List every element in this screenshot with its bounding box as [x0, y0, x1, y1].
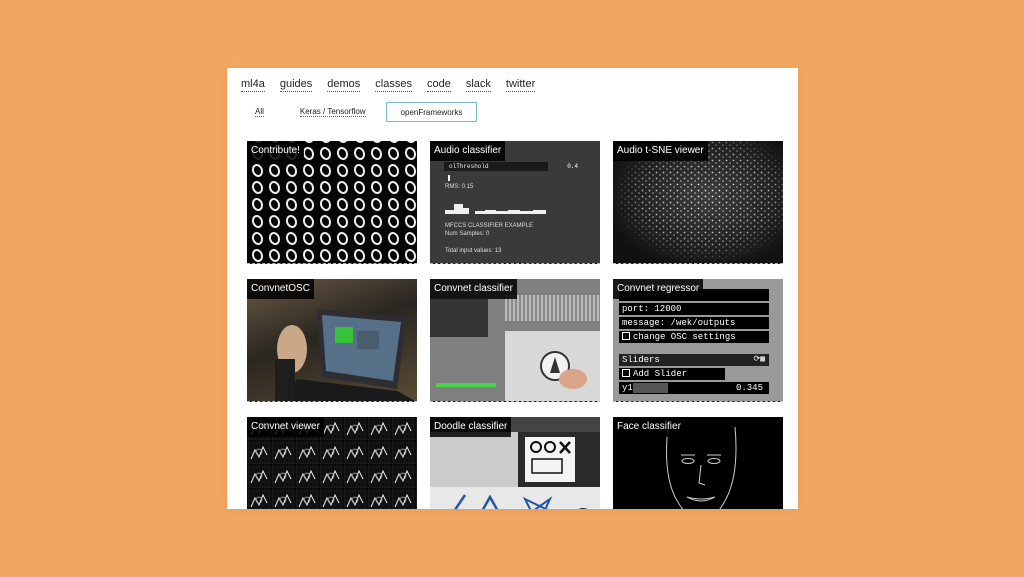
- slider-name: y1: [622, 383, 633, 393]
- browser-page: ml4a guides demos classes code slack twi…: [227, 68, 798, 509]
- sliders-header: Sliders ⟳▦: [619, 354, 769, 366]
- threshold-slider: olThreshold 0.4: [444, 162, 578, 171]
- slider-value: 0.345: [735, 383, 763, 393]
- nav-demos[interactable]: demos: [327, 78, 361, 92]
- filter-openframeworks-label: openFrameworks: [400, 108, 463, 117]
- rms-text: RMS: 0.15: [445, 184, 474, 190]
- mfcc-bars: [445, 204, 546, 214]
- change-osc-button[interactable]: change OSC settings: [619, 331, 769, 343]
- total-inputs: Total input values: 13: [445, 248, 502, 254]
- feature-strip: [505, 295, 600, 321]
- num-samples: Num Samples: 0: [445, 231, 490, 237]
- sliders-label: Sliders: [622, 355, 660, 365]
- card-title: Convnet viewer: [247, 417, 324, 437]
- change-osc-label: change OSC settings: [633, 332, 736, 342]
- demo-grid: Contribute! olThreshold 0.4 RMS: 0.15 MF…: [247, 141, 783, 509]
- add-slider-label: Add Slider: [633, 369, 688, 379]
- threshold-value: 0.4: [567, 163, 578, 170]
- card-title: Convnet classifier: [430, 279, 517, 299]
- card-title: Doodle classifier: [430, 417, 512, 437]
- threshold-label: olThreshold: [449, 163, 489, 170]
- filter-all-label: All: [255, 107, 264, 117]
- nav-classes[interactable]: classes: [375, 78, 412, 92]
- card-face-classifier[interactable]: Face classifier: [613, 417, 783, 509]
- nav-guides[interactable]: guides: [279, 78, 313, 92]
- card-title: Audio t-SNE viewer: [613, 141, 708, 161]
- add-slider-button[interactable]: Add Slider: [619, 368, 725, 380]
- card-title: ConvnetOSC: [247, 279, 314, 299]
- nav-twitter[interactable]: twitter: [505, 78, 536, 92]
- checkbox-icon: [622, 332, 630, 340]
- card-contribute[interactable]: Contribute!: [247, 141, 417, 264]
- slider-fill: [633, 383, 668, 393]
- hand-held-object: [540, 351, 587, 389]
- top-navigation: ml4a guides demos classes code slack twi…: [241, 78, 536, 92]
- slider-y1[interactable]: y1 0.345: [619, 382, 769, 394]
- rms-meter: [448, 175, 450, 181]
- camera-view: [505, 331, 600, 401]
- card-doodle-classifier[interactable]: Doodle classifier: [430, 417, 600, 509]
- port-field: port: 12000: [619, 303, 769, 315]
- refresh-icon[interactable]: ⟳▦: [753, 354, 765, 366]
- filter-keras-label: Keras / Tensorflow: [299, 107, 366, 117]
- gui-panel: [430, 299, 488, 337]
- card-convnet-classifier[interactable]: Convnet classifier: [430, 279, 600, 402]
- card-convnetosc[interactable]: ConvnetOSC: [247, 279, 417, 402]
- category-filters: All Keras / Tensorflow openFrameworks: [241, 102, 478, 122]
- card-audio-classifier[interactable]: olThreshold 0.4 RMS: 0.15 MFCCS CLASSIFI…: [430, 141, 600, 264]
- example-title: MFCCS CLASSIFIER EXAMPLE: [445, 223, 534, 229]
- filter-keras-tensorflow[interactable]: Keras / Tensorflow: [286, 102, 380, 122]
- card-title: Convnet regressor: [613, 279, 704, 299]
- card-title: Contribute!: [247, 141, 304, 161]
- card-convnet-viewer[interactable]: Convnet viewer: [247, 417, 417, 509]
- card-convnet-regressor[interactable]: 127.0.0.1 port: 12000 message: /wek/outp…: [613, 279, 783, 402]
- checkbox-icon: [622, 369, 630, 377]
- filter-all[interactable]: All: [241, 102, 278, 122]
- nav-code[interactable]: code: [426, 78, 451, 92]
- nav-ml4a[interactable]: ml4a: [241, 78, 265, 92]
- filter-openframeworks[interactable]: openFrameworks: [385, 102, 478, 122]
- card-title: Audio classifier: [430, 141, 506, 161]
- card-audio-tsne[interactable]: Audio t-SNE viewer: [613, 141, 783, 264]
- message-field: message: /wek/outputs: [619, 317, 769, 329]
- nav-slack[interactable]: slack: [465, 78, 491, 92]
- card-title: Face classifier: [613, 417, 685, 437]
- prediction-bar: [436, 383, 496, 387]
